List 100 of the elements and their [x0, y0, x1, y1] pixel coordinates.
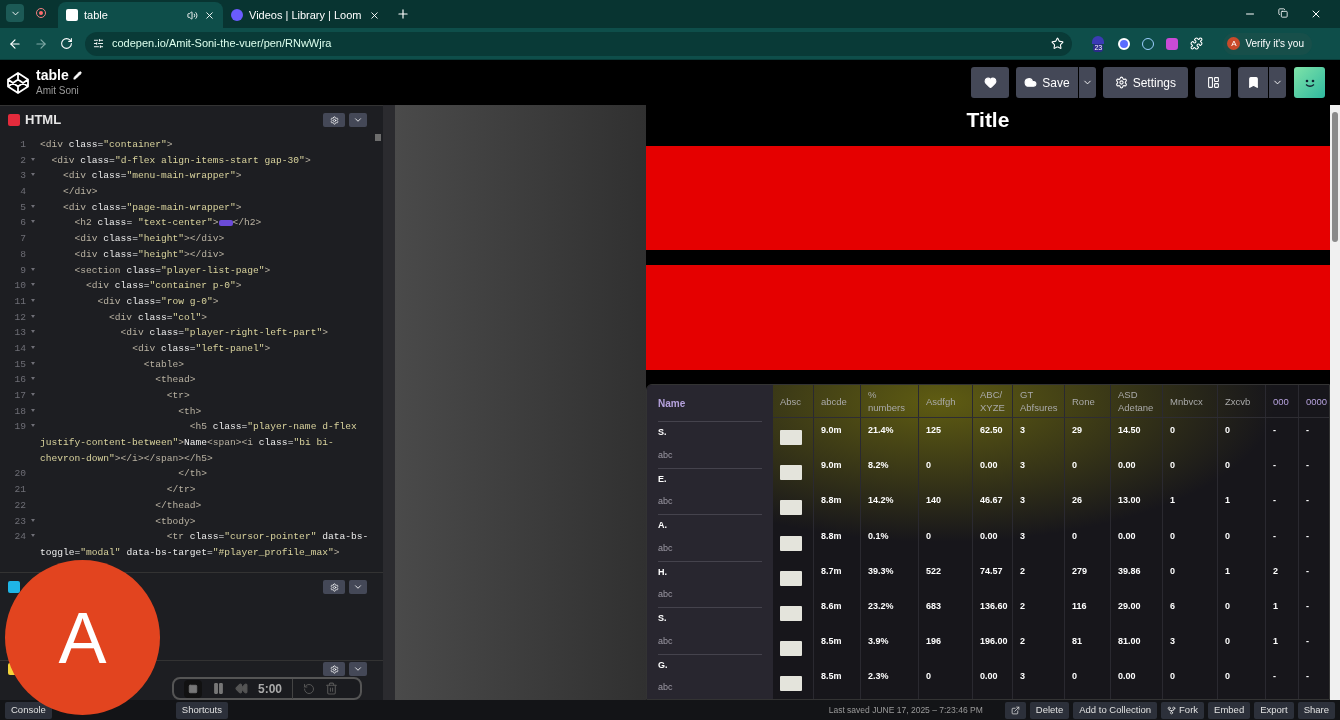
heart-button[interactable]	[971, 67, 1010, 98]
fold-arrow-icon[interactable]	[31, 220, 35, 224]
language-icon	[8, 114, 20, 126]
editor-collapse-button[interactable]	[349, 580, 367, 594]
fold-arrow-icon[interactable]	[31, 408, 35, 412]
tab-title: table	[84, 7, 109, 23]
close-window-icon[interactable]	[1310, 8, 1322, 20]
back-icon[interactable]	[8, 36, 22, 51]
footer-button[interactable]: Export	[1254, 701, 1294, 719]
column-header: Asdfgh	[919, 385, 973, 417]
fold-arrow-icon[interactable]	[31, 157, 35, 161]
restore-icon[interactable]	[1278, 8, 1288, 18]
editor-collapse-button[interactable]	[349, 113, 367, 127]
layout-button[interactable]	[1195, 67, 1231, 98]
chevron-down-icon	[353, 664, 363, 674]
footer-button[interactable]: Delete	[1029, 701, 1070, 719]
fold-arrow-icon[interactable]	[31, 267, 35, 271]
editor-settings-button[interactable]	[323, 580, 345, 594]
table-cell: 125	[919, 418, 973, 454]
tab-title: Videos | Library | Loom	[249, 7, 363, 23]
table-cell: 3	[1013, 418, 1065, 454]
code-line: </div>	[62, 185, 99, 200]
column-header: 000	[1266, 385, 1299, 417]
line-number: 14	[13, 341, 26, 356]
timer-text: 5:00	[258, 680, 283, 698]
footer-button[interactable]: Add to Collection	[1073, 701, 1158, 719]
profile-button[interactable]: A Verify it's you	[1223, 32, 1312, 55]
restart-icon[interactable]	[303, 682, 316, 695]
extensions-icon[interactable]	[1190, 37, 1204, 50]
line-number: 23	[13, 514, 26, 529]
fold-arrow-icon[interactable]	[31, 424, 35, 428]
fold-arrow-icon[interactable]	[31, 345, 35, 349]
fold-arrow-icon[interactable]	[31, 283, 35, 287]
table-cell: 3	[1013, 453, 1065, 489]
rewind-icon[interactable]	[235, 682, 248, 695]
new-tab-icon[interactable]	[396, 7, 410, 21]
line-number: 9	[19, 263, 26, 278]
browser-tab[interactable]: Videos | Library | Loom	[223, 2, 388, 28]
open-external-button[interactable]	[1004, 701, 1026, 719]
column-header: abcde	[814, 385, 861, 417]
delete-icon[interactable]	[325, 682, 339, 695]
pause-icon[interactable]	[212, 682, 225, 695]
table-cell: 2	[1266, 558, 1299, 594]
forward-icon[interactable]	[34, 36, 48, 51]
player-name: A.	[658, 519, 668, 532]
fold-arrow-icon[interactable]	[31, 314, 35, 318]
column-header: Absc	[773, 385, 814, 417]
layout-icon	[1206, 76, 1220, 89]
table-cell: 2	[1013, 558, 1065, 594]
fold-arrow-icon[interactable]	[31, 361, 35, 365]
editor-collapse-button[interactable]	[349, 662, 367, 676]
save-menu-button[interactable]	[1078, 67, 1096, 98]
fork-button[interactable]: Fork	[1161, 701, 1205, 719]
fold-arrow-icon[interactable]	[31, 534, 35, 538]
scrollbar-thumb[interactable]	[1332, 112, 1338, 242]
editor-settings-button[interactable]	[323, 662, 345, 676]
tab-search-button[interactable]	[6, 4, 24, 22]
fold-arrow-icon[interactable]	[31, 377, 35, 381]
table-cell: 14.50	[1111, 418, 1163, 454]
line-number: 7	[19, 232, 26, 247]
scrollbar-thumb[interactable]	[375, 134, 381, 141]
fold-arrow-icon[interactable]	[31, 518, 35, 522]
bookmark-button[interactable]	[1238, 67, 1268, 98]
fold-arrow-icon[interactable]	[31, 204, 35, 208]
reload-icon[interactable]	[60, 37, 73, 50]
user-avatar[interactable]	[1294, 67, 1325, 98]
bookmark-star-icon[interactable]	[1051, 37, 1065, 50]
code-line: <table>	[142, 357, 185, 372]
fold-arrow-icon[interactable]	[31, 173, 35, 177]
column-header: % numbers	[861, 385, 919, 417]
site-info-icon[interactable]	[93, 38, 104, 49]
line-number: 21	[13, 483, 26, 498]
table-cell: 2	[1013, 629, 1065, 665]
footer-button[interactable]: Console	[5, 701, 52, 719]
stop-button[interactable]	[184, 679, 202, 698]
table-cell: -	[1266, 488, 1299, 524]
line-number: 19	[13, 420, 26, 435]
close-icon[interactable]	[369, 9, 380, 21]
address-field[interactable]: codepen.io/Amit-Soni-the-vuer/pen/RNwWjra	[85, 31, 1073, 56]
code-line: </tr>	[165, 483, 197, 498]
footer-button[interactable]: Share	[1297, 701, 1335, 719]
fold-arrow-icon[interactable]	[31, 393, 35, 396]
extension-icon[interactable]	[1118, 37, 1131, 50]
save-button[interactable]: Save	[1016, 67, 1078, 98]
fold-arrow-icon[interactable]	[31, 298, 35, 302]
table-cell: 0	[1163, 453, 1218, 489]
edit-icon[interactable]	[72, 70, 82, 80]
footer-button[interactable]: Embed	[1208, 701, 1251, 719]
special-char-icon	[218, 219, 233, 226]
code-line: <thead>	[154, 373, 197, 388]
table-cell: -	[1266, 453, 1299, 489]
close-icon[interactable]	[204, 9, 215, 21]
fold-arrow-icon[interactable]	[31, 330, 35, 334]
footer-button[interactable]: Shortcuts	[175, 701, 228, 719]
settings-button[interactable]: Settings	[1102, 67, 1188, 98]
player-subtitle: abc	[658, 588, 674, 601]
codepen-logo-icon	[6, 70, 30, 95]
editor-settings-button[interactable]	[323, 113, 345, 127]
table-cell: 196.00	[973, 629, 1013, 665]
browser-tab[interactable]: table	[58, 2, 223, 28]
